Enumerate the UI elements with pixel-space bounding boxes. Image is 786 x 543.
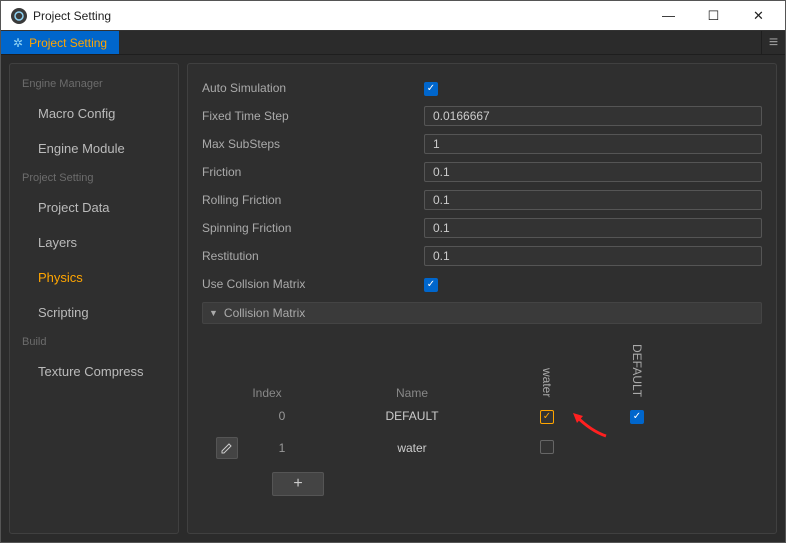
maximize-button[interactable]: ☐ bbox=[691, 2, 736, 30]
max-substeps-input[interactable] bbox=[424, 134, 762, 154]
prop-label: Rolling Friction bbox=[202, 193, 424, 207]
window-title: Project Setting bbox=[33, 9, 646, 23]
tab-bar: ✲ Project Setting ≡ bbox=[1, 31, 785, 55]
collision-matrix-header[interactable]: ▼ Collision Matrix bbox=[202, 302, 762, 324]
prop-label: Fixed Time Step bbox=[202, 109, 424, 123]
prop-label: Restitution bbox=[202, 249, 424, 263]
collision-checkbox-water-water[interactable] bbox=[540, 440, 554, 454]
prop-friction: Friction bbox=[202, 158, 762, 186]
row-name: water bbox=[322, 441, 502, 455]
window-titlebar: Project Setting — ☐ ✕ bbox=[1, 1, 785, 31]
prop-label: Friction bbox=[202, 165, 424, 179]
edit-layer-button[interactable] bbox=[216, 437, 238, 459]
collision-checkbox-default-default[interactable] bbox=[630, 410, 644, 424]
prop-label: Use Collsion Matrix bbox=[202, 277, 424, 291]
friction-input[interactable] bbox=[424, 162, 762, 182]
prop-spinning-friction: Spinning Friction bbox=[202, 214, 762, 242]
auto-simulation-checkbox[interactable] bbox=[424, 82, 438, 96]
prop-label: Spinning Friction bbox=[202, 221, 424, 235]
sidebar-item-physics[interactable]: Physics bbox=[10, 260, 178, 295]
chevron-down-icon: ▼ bbox=[209, 308, 218, 318]
tab-project-setting[interactable]: ✲ Project Setting bbox=[1, 31, 119, 54]
section-title: Collision Matrix bbox=[224, 306, 305, 320]
prop-rolling-friction: Rolling Friction bbox=[202, 186, 762, 214]
sidebar-group-build: Build bbox=[10, 330, 178, 354]
app-icon bbox=[11, 8, 27, 24]
row-name: DEFAULT bbox=[322, 409, 502, 423]
collision-checkbox-default-water[interactable] bbox=[540, 410, 554, 424]
sidebar-item-scripting[interactable]: Scripting bbox=[10, 295, 178, 330]
rolling-friction-input[interactable] bbox=[424, 190, 762, 210]
tab-menu-button[interactable]: ≡ bbox=[761, 31, 785, 54]
sidebar-item-layers[interactable]: Layers bbox=[10, 225, 178, 260]
spinning-friction-input[interactable] bbox=[424, 218, 762, 238]
use-collision-matrix-checkbox[interactable] bbox=[424, 278, 438, 292]
gear-icon: ✲ bbox=[13, 36, 23, 50]
matrix-col-layer-default: DEFAULT bbox=[592, 344, 682, 400]
prop-auto-simulation: Auto Simulation bbox=[202, 74, 762, 102]
sidebar-item-engine-module[interactable]: Engine Module bbox=[10, 131, 178, 166]
add-layer-button[interactable]: + bbox=[272, 472, 324, 496]
prop-fixed-time-step: Fixed Time Step bbox=[202, 102, 762, 130]
matrix-col-name: Name bbox=[322, 386, 502, 400]
sidebar-item-macro-config[interactable]: Macro Config bbox=[10, 96, 178, 131]
prop-max-substeps: Max SubSteps bbox=[202, 130, 762, 158]
matrix-header-row: Index Name water DEFAULT bbox=[212, 338, 752, 400]
prop-label: Auto Simulation bbox=[202, 81, 424, 95]
restitution-input[interactable] bbox=[424, 246, 762, 266]
sidebar: Engine Manager Macro Config Engine Modul… bbox=[9, 63, 179, 534]
sidebar-group-engine-manager: Engine Manager bbox=[10, 72, 178, 96]
fixed-time-step-input[interactable] bbox=[424, 106, 762, 126]
prop-label: Max SubSteps bbox=[202, 137, 424, 151]
matrix-col-index: Index bbox=[212, 386, 322, 400]
sidebar-group-project-setting: Project Setting bbox=[10, 166, 178, 190]
collision-matrix: Index Name water DEFAULT 0 DEFAULT 1 wat… bbox=[202, 324, 762, 506]
matrix-row-water: 1 water bbox=[212, 432, 752, 464]
row-index: 1 bbox=[242, 441, 322, 455]
minimize-button[interactable]: — bbox=[646, 2, 691, 30]
tab-label: Project Setting bbox=[29, 36, 107, 50]
row-index: 0 bbox=[242, 409, 322, 423]
prop-use-collision-matrix: Use Collsion Matrix bbox=[202, 270, 762, 298]
sidebar-item-project-data[interactable]: Project Data bbox=[10, 190, 178, 225]
main-panel: Auto Simulation Fixed Time Step Max SubS… bbox=[187, 63, 777, 534]
close-button[interactable]: ✕ bbox=[736, 2, 781, 30]
sidebar-item-texture-compress[interactable]: Texture Compress bbox=[10, 354, 178, 389]
matrix-row-default: 0 DEFAULT bbox=[212, 400, 752, 432]
prop-restitution: Restitution bbox=[202, 242, 762, 270]
matrix-col-layer-water: water bbox=[502, 368, 592, 400]
